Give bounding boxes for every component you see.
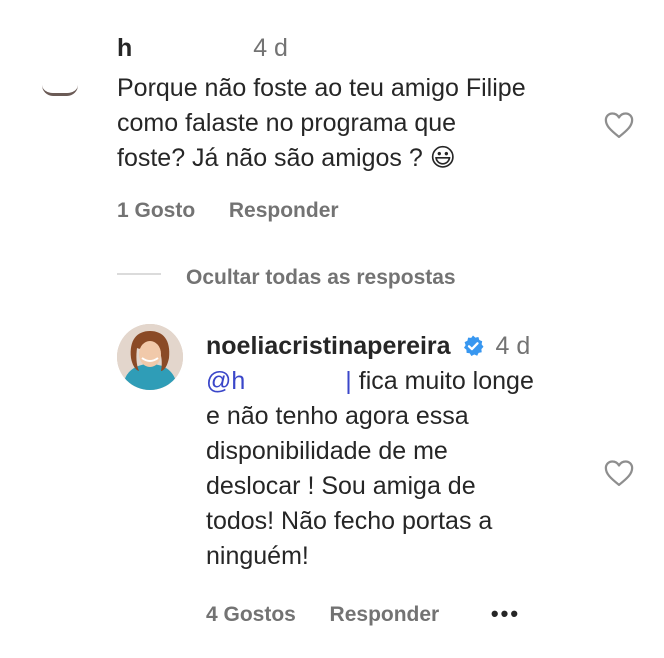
comment-line: foste? Já não são amigos ? 😃: [117, 144, 456, 172]
reply-text: @h | fica muito longe e não tenho agora e…: [206, 364, 534, 574]
comment-likes-count[interactable]: 1 Gosto: [117, 199, 195, 222]
like-heart-icon[interactable]: [604, 111, 634, 144]
comment-time: 4 d: [253, 34, 288, 62]
more-options-icon[interactable]: •••: [491, 601, 520, 626]
reply-mention-link[interactable]: @h: [206, 367, 245, 395]
comment-header: h 4 d: [117, 34, 288, 63]
reply-reply-button[interactable]: Responder: [330, 603, 440, 626]
reply-line: e não tenho agora essa: [206, 402, 469, 430]
comment-line: como falaste no programa que: [117, 109, 457, 137]
verified-badge-icon: [461, 334, 485, 363]
reply-username[interactable]: noeliacristinapereira: [206, 332, 451, 360]
comment-actions: 1 Gosto Responder: [117, 199, 339, 223]
reply-avatar[interactable]: [117, 324, 183, 390]
reply-line: todos! Não fecho portas a: [206, 507, 493, 535]
comment-text: Porque não foste ao teu amigo Filipe com…: [117, 71, 526, 176]
hide-replies-button[interactable]: Ocultar todas as respostas: [186, 266, 456, 290]
reply-like-heart-icon[interactable]: [604, 459, 634, 492]
replies-divider: [117, 273, 161, 275]
commenter-avatar[interactable]: [40, 38, 80, 96]
reply-actions: 4 Gostos Responder •••: [206, 601, 520, 627]
reply-line: fica muito longe: [358, 367, 534, 395]
mention-bar: |: [345, 367, 352, 395]
reply-likes-count[interactable]: 4 Gostos: [206, 603, 296, 626]
reply-time: 4 d: [495, 332, 531, 360]
reply-first-line: @h | fica muito longe: [206, 364, 534, 399]
comment-line: Porque não foste ao teu amigo Filipe: [117, 74, 526, 102]
reply-line: disponibilidade de me: [206, 437, 448, 465]
commenter-username[interactable]: h: [117, 34, 132, 62]
reply-header: noeliacristinapereira 4 d: [206, 332, 530, 363]
reply-line: ninguém!: [206, 542, 309, 570]
reply-line: deslocar ! Sou amiga de: [206, 472, 476, 500]
comment-reply-button[interactable]: Responder: [229, 199, 339, 222]
